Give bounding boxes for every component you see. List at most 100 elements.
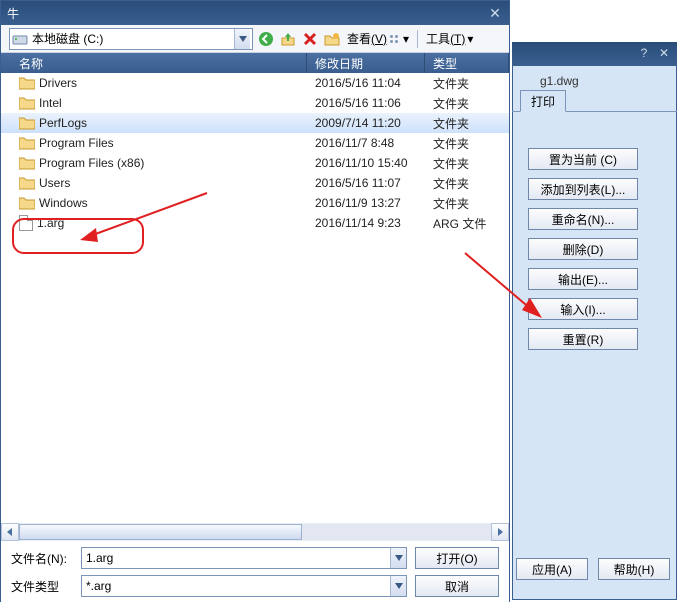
file-type: ARG 文件 (425, 215, 509, 232)
file-date: 2016/5/16 11:06 (307, 96, 425, 110)
cancel-button[interactable]: 取消 (415, 575, 499, 597)
location-combo[interactable]: 本地磁盘 (C:) (9, 28, 253, 50)
close-icon[interactable]: ✕ (487, 5, 503, 21)
close-icon[interactable]: ✕ (657, 46, 671, 60)
location-dropdown[interactable] (234, 29, 250, 49)
file-type: 文件夹 (425, 75, 509, 92)
export-button[interactable]: 输出(E)... (528, 268, 638, 290)
file-list: 名称 修改日期 类型 Drivers2016/5/16 11:04文件夹Inte… (1, 53, 509, 541)
file-name: Users (39, 176, 70, 190)
filename-label: 文件名(N): (11, 550, 73, 567)
scroll-thumb[interactable] (19, 524, 302, 540)
help-icon[interactable]: ? (637, 46, 651, 60)
file-open-dialog: 牛 ✕ 本地磁盘 (C:) 查看(V)▾ 工具(T)▾ 名称 修改日期 类型 D… (0, 0, 510, 602)
file-type: 文件夹 (425, 115, 509, 132)
folder-icon (19, 76, 35, 90)
add-to-list-button[interactable]: 添加到列表(L)... (528, 178, 638, 200)
file-type: 文件夹 (425, 155, 509, 172)
import-button[interactable]: 输入(I)... (528, 298, 638, 320)
column-name[interactable]: 名称 (1, 53, 307, 73)
dialog-bottom: 文件名(N): 打开(O) 文件类型 取消 (1, 541, 509, 607)
filename-dropdown[interactable] (390, 548, 406, 568)
file-name: 1.arg (37, 216, 64, 230)
file-date: 2016/5/16 11:07 (307, 176, 425, 190)
filetype-dropdown[interactable] (390, 576, 406, 596)
file-row[interactable]: PerfLogs 2009/7/14 11:20文件夹 (1, 113, 509, 133)
file-row[interactable]: Intel 2016/5/16 11:06文件夹 (1, 93, 509, 113)
file-date: 2016/5/16 11:04 (307, 76, 425, 90)
tools-underline: (T) (450, 32, 465, 46)
file-name: Program Files (39, 136, 114, 150)
background-filename: g1.dwg (540, 74, 579, 88)
scroll-left-icon[interactable] (1, 523, 19, 541)
folder-icon (19, 116, 35, 130)
column-headers: 名称 修改日期 类型 (1, 53, 509, 73)
bottom-button-row: 应用(A) 帮助(H) (516, 558, 670, 580)
file-rows: Drivers2016/5/16 11:04文件夹Intel2016/5/16 … (1, 73, 509, 521)
column-date[interactable]: 修改日期 (307, 53, 425, 73)
file-type: 文件夹 (425, 175, 509, 192)
dialog-title: 牛 (7, 5, 19, 22)
folder-icon (19, 156, 35, 170)
back-icon[interactable] (257, 30, 275, 48)
disk-icon (12, 31, 28, 47)
filetype-input-wrap (81, 575, 407, 597)
side-button-column: 置为当前 (C) 添加到列表(L)... 重命名(N)... 删除(D) 输出(E)..… (528, 148, 638, 350)
file-type: 文件夹 (425, 95, 509, 112)
filetype-label: 文件类型 (11, 578, 73, 595)
file-row[interactable]: Windows 2016/11/9 13:27文件夹 (1, 193, 509, 213)
file-date: 2016/11/10 15:40 (307, 156, 425, 170)
file-row[interactable]: 1.arg 2016/11/14 9:23ARG 文件 (1, 213, 509, 233)
tools-label: 工具 (426, 30, 450, 47)
chevron-down-icon: ▾ (403, 32, 409, 46)
delete-icon[interactable] (301, 30, 319, 48)
horizontal-scrollbar[interactable] (1, 523, 509, 541)
delete-button[interactable]: 删除(D) (528, 238, 638, 260)
toolbar-separator (417, 30, 418, 48)
help-button[interactable]: 帮助(H) (598, 558, 670, 580)
file-name: Windows (39, 196, 88, 210)
set-current-button[interactable]: 置为当前 (C) (528, 148, 638, 170)
dialog-titlebar[interactable]: 牛 ✕ (1, 1, 509, 25)
new-folder-icon[interactable] (323, 30, 341, 48)
file-date: 2016/11/14 9:23 (307, 216, 425, 230)
tools-menu[interactable]: 工具(T)▾ (424, 30, 475, 47)
file-type: 文件夹 (425, 195, 509, 212)
column-type[interactable]: 类型 (425, 53, 509, 73)
open-button[interactable]: 打开(O) (415, 547, 499, 569)
file-row[interactable]: Program Files (x86) 2016/11/10 15:40文件夹 (1, 153, 509, 173)
up-icon[interactable] (279, 30, 297, 48)
file-date: 2016/11/9 13:27 (307, 196, 425, 210)
scroll-track[interactable] (19, 524, 491, 540)
folder-icon (19, 96, 35, 110)
view-small-icon (389, 34, 399, 44)
file-date: 2016/11/7 8:48 (307, 136, 425, 150)
folder-icon (19, 176, 35, 190)
file-name: PerfLogs (39, 116, 87, 130)
file-name: Drivers (39, 76, 77, 90)
folder-icon (19, 136, 35, 150)
location-text: 本地磁盘 (C:) (32, 30, 103, 47)
file-date: 2009/7/14 11:20 (307, 116, 425, 130)
dialog-toolbar: 本地磁盘 (C:) 查看(V)▾ 工具(T)▾ (1, 25, 509, 53)
scroll-right-icon[interactable] (491, 523, 509, 541)
apply-button[interactable]: 应用(A) (516, 558, 588, 580)
filename-input[interactable] (82, 551, 390, 565)
filename-input-wrap (81, 547, 407, 569)
rename-button[interactable]: 重命名(N)... (528, 208, 638, 230)
file-name: Intel (39, 96, 62, 110)
filetype-input[interactable] (82, 579, 390, 593)
print-tab[interactable]: 打印 (520, 90, 566, 112)
folder-icon (19, 196, 35, 210)
file-row[interactable]: Program Files 2016/11/7 8:48文件夹 (1, 133, 509, 153)
file-row[interactable]: Drivers 2016/5/16 11:04文件夹 (1, 73, 509, 93)
view-menu[interactable]: 查看(V) ▾ (345, 30, 411, 47)
view-underline: (V) (371, 32, 387, 46)
file-type: 文件夹 (425, 135, 509, 152)
file-row[interactable]: Users 2016/5/16 11:07文件夹 (1, 173, 509, 193)
view-label: 查看 (347, 30, 371, 47)
settings-titlebar: ? ✕ (512, 42, 677, 66)
reset-button[interactable]: 重置(R) (528, 328, 638, 350)
file-name: Program Files (x86) (39, 156, 144, 170)
chevron-down-icon: ▾ (467, 32, 473, 46)
